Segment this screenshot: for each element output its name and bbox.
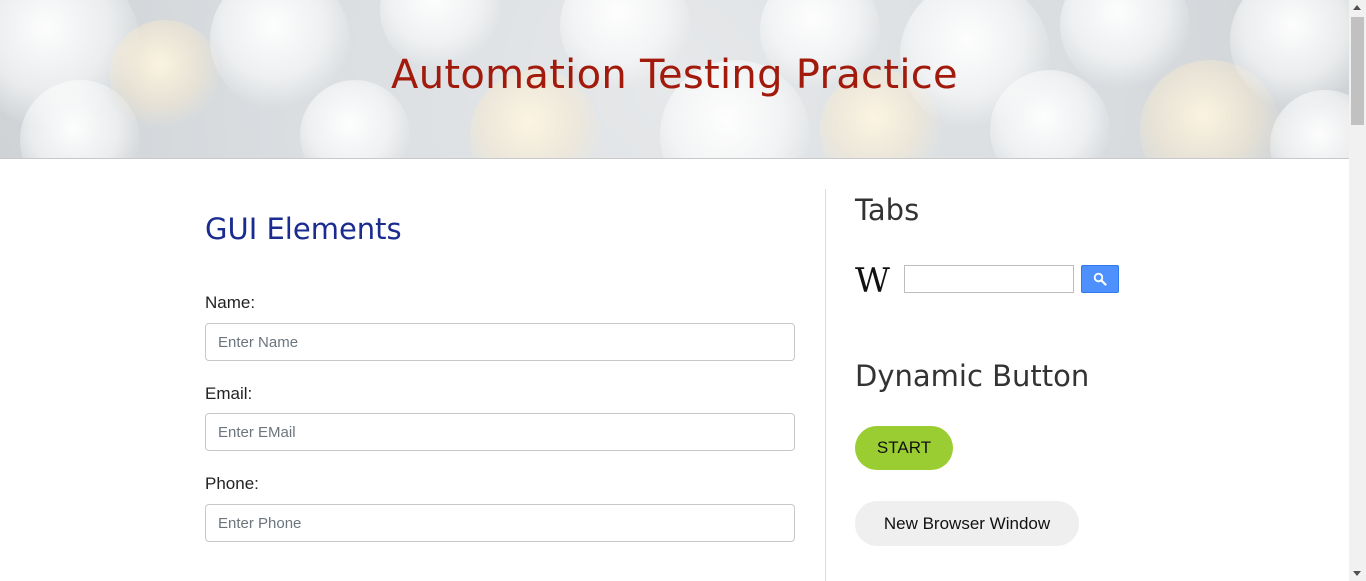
phone-input[interactable] — [205, 504, 795, 542]
scroll-down-arrow-icon[interactable] — [1353, 571, 1361, 576]
name-label: Name: — [205, 293, 256, 312]
wikipedia-logo-icon: W — [855, 261, 890, 301]
header-banner: Automation Testing Practice — [0, 0, 1349, 159]
email-label: Email: — [205, 384, 253, 403]
site-title: Automation Testing Practice — [391, 52, 958, 98]
gui-elements-heading: GUI Elements — [205, 212, 402, 246]
vertical-scrollbar[interactable] — [1349, 0, 1366, 581]
dynamic-button-heading: Dynamic Button — [855, 359, 1090, 393]
new-browser-window-button[interactable]: New Browser Window — [855, 501, 1079, 546]
wikipedia-search-button[interactable] — [1081, 265, 1119, 293]
name-input[interactable] — [205, 323, 795, 361]
page: Automation Testing Practice GUI Elements… — [0, 0, 1366, 581]
email-input[interactable] — [205, 413, 795, 451]
scroll-up-arrow-icon[interactable] — [1353, 5, 1361, 10]
scrollbar-thumb[interactable] — [1351, 17, 1364, 125]
wikipedia-search-input[interactable] — [904, 265, 1074, 293]
column-divider — [825, 189, 826, 581]
search-icon — [1093, 272, 1107, 286]
phone-label: Phone: — [205, 474, 259, 493]
start-button[interactable]: START — [855, 426, 953, 470]
tabs-heading: Tabs — [855, 193, 920, 227]
